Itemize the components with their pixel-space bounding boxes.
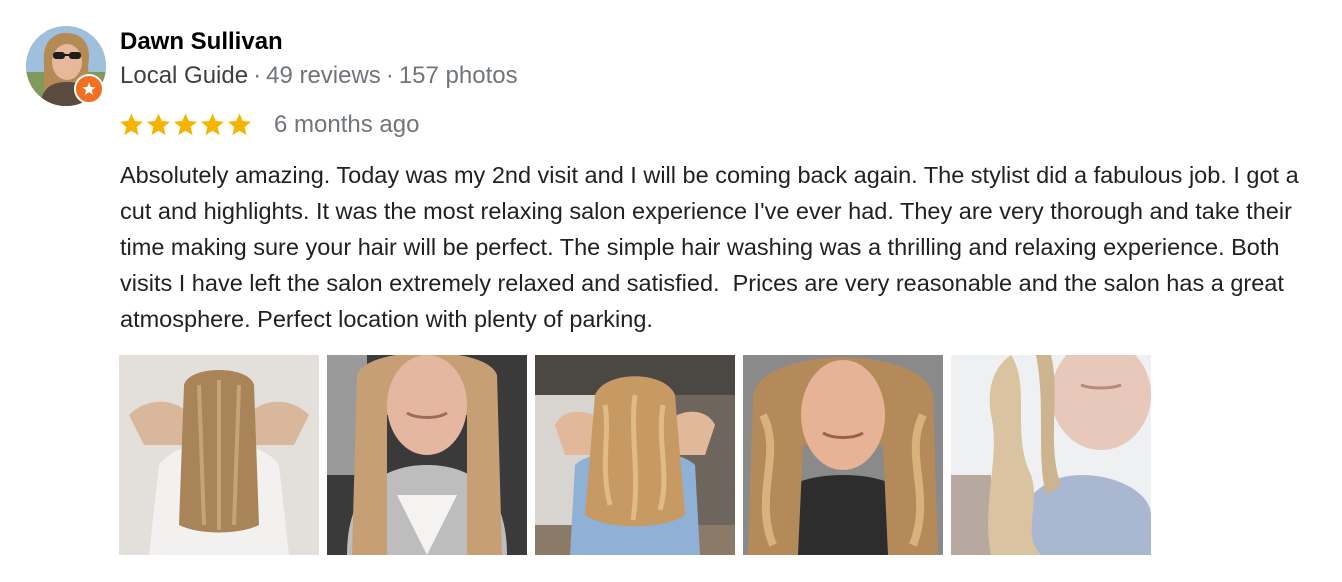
meta-separator: · xyxy=(253,62,262,89)
star-icon xyxy=(147,112,170,135)
review-photo-5[interactable] xyxy=(951,355,1151,555)
reviewer-meta: Local Guide · 49 reviews · 157 photos xyxy=(120,62,518,90)
meta-separator: · xyxy=(385,62,394,89)
local-guide-label: Local Guide xyxy=(120,62,249,89)
star-icon xyxy=(120,112,143,135)
star-icon xyxy=(228,112,251,135)
local-guide-star-icon xyxy=(74,74,104,104)
reviewer-name[interactable]: Dawn Sullivan xyxy=(120,28,283,56)
star-icon xyxy=(201,112,224,135)
review-card: Dawn Sullivan Local Guide · 49 reviews · 157… xyxy=(0,0,1342,582)
photo-count: 157 photos xyxy=(398,62,518,89)
star-rating xyxy=(118,110,253,138)
star-icon xyxy=(174,112,197,135)
review-photo-1[interactable] xyxy=(119,355,319,555)
review-photo-4[interactable] xyxy=(743,355,943,555)
review-date: 6 months ago xyxy=(274,111,420,138)
review-text: Absolutely amazing. Today was my 2nd vis… xyxy=(120,162,1306,332)
review-photo-2[interactable] xyxy=(327,355,527,555)
review-photos xyxy=(119,355,1151,555)
review-count: 49 reviews xyxy=(266,62,381,89)
review-photo-3[interactable] xyxy=(535,355,735,555)
